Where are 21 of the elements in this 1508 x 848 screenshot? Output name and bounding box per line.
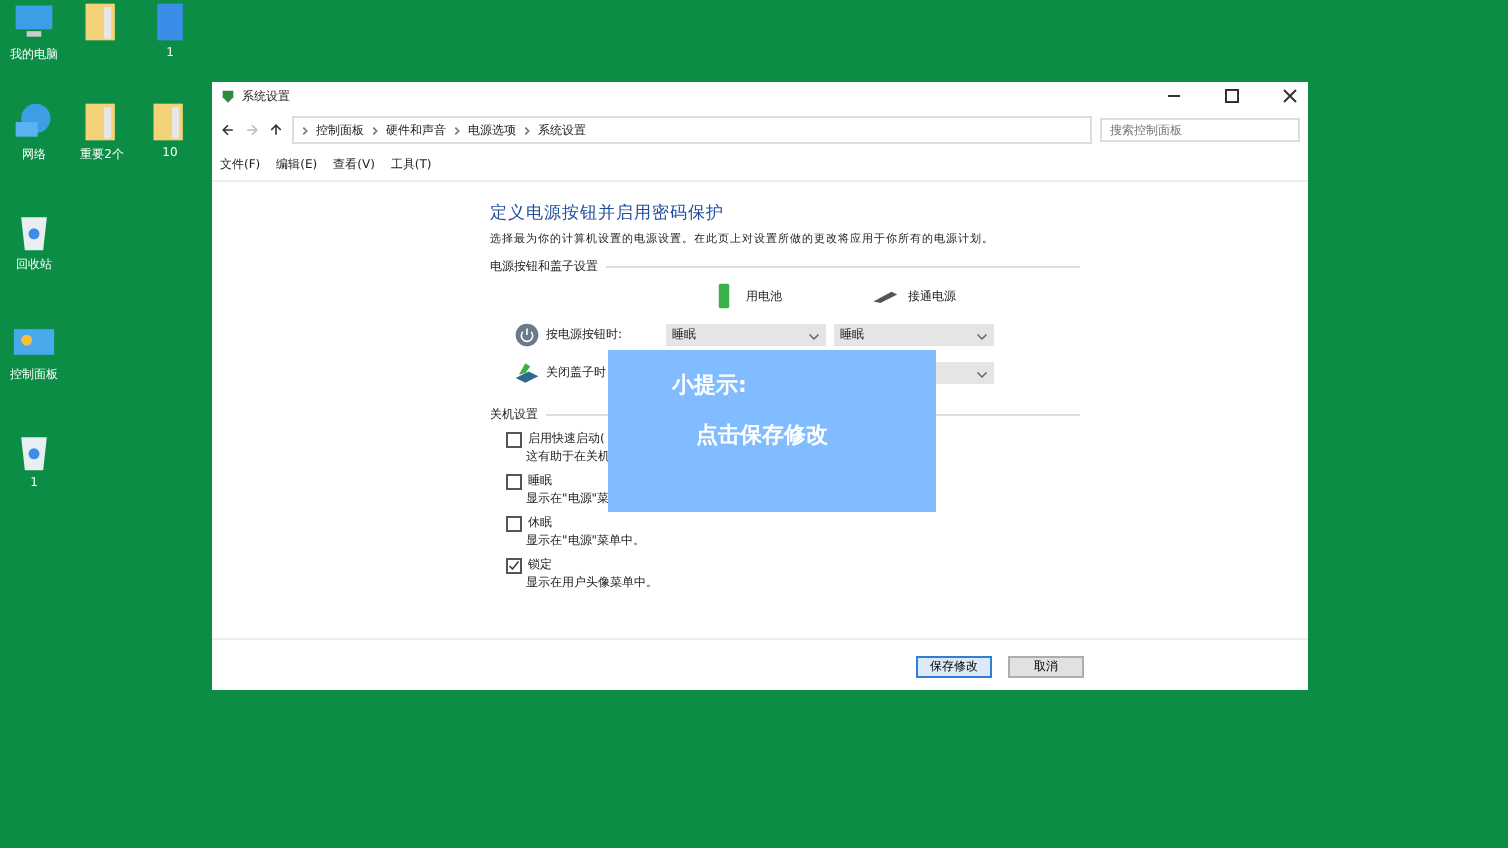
tip-text: 点击保存修改 — [696, 420, 830, 450]
chevron-right-icon — [452, 125, 462, 135]
checkbox[interactable] — [506, 515, 522, 531]
chevron-right-icon — [300, 125, 310, 135]
shield-icon — [220, 88, 236, 104]
maximize-icon[interactable] — [1222, 86, 1242, 106]
chevron-right-icon — [522, 125, 532, 135]
close-icon[interactable] — [1280, 86, 1300, 106]
chevron-right-icon — [370, 125, 380, 135]
checkbox[interactable] — [506, 431, 522, 447]
back-arrow-icon[interactable] — [220, 122, 236, 138]
up-arrow-icon[interactable] — [268, 122, 284, 138]
tip-title: 小提示: — [672, 370, 749, 400]
chevron-icon — [808, 329, 820, 341]
power-button-icon — [514, 322, 540, 348]
forward-arrow-icon[interactable] — [244, 122, 260, 138]
page-heading: 定义电源按钮并启用密码保护 — [490, 202, 726, 226]
checkbox[interactable] — [506, 473, 522, 489]
chevron-icon — [976, 329, 988, 341]
checkbox[interactable] — [506, 557, 522, 573]
chevron-icon — [976, 367, 988, 379]
